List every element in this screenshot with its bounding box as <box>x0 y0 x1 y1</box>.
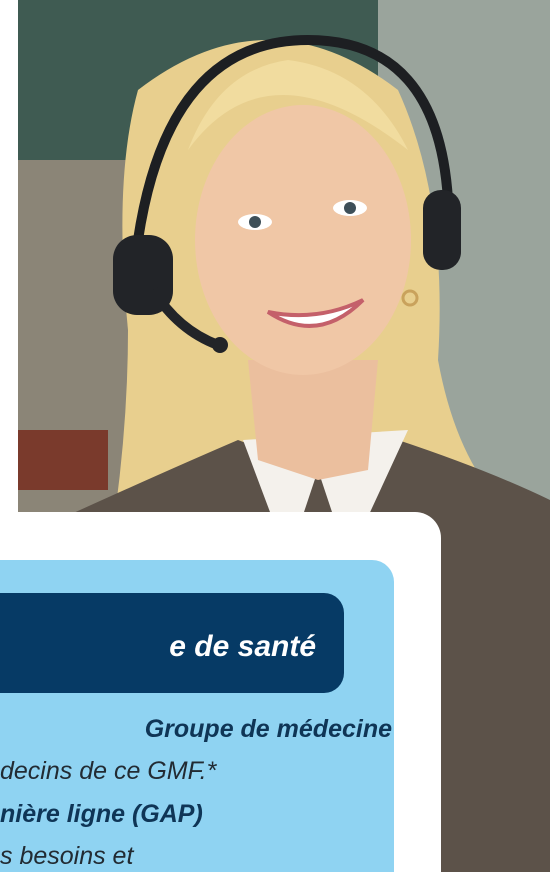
card-text-line-4: s besoins et <box>0 842 134 870</box>
banner-title: e de santé <box>169 630 316 663</box>
card-text-line-2: decins de ce GMF.* <box>0 757 217 785</box>
card-text-line-1: Groupe de médecine <box>144 715 392 743</box>
card-text-line-3: nière ligne (GAP) <box>0 800 203 828</box>
